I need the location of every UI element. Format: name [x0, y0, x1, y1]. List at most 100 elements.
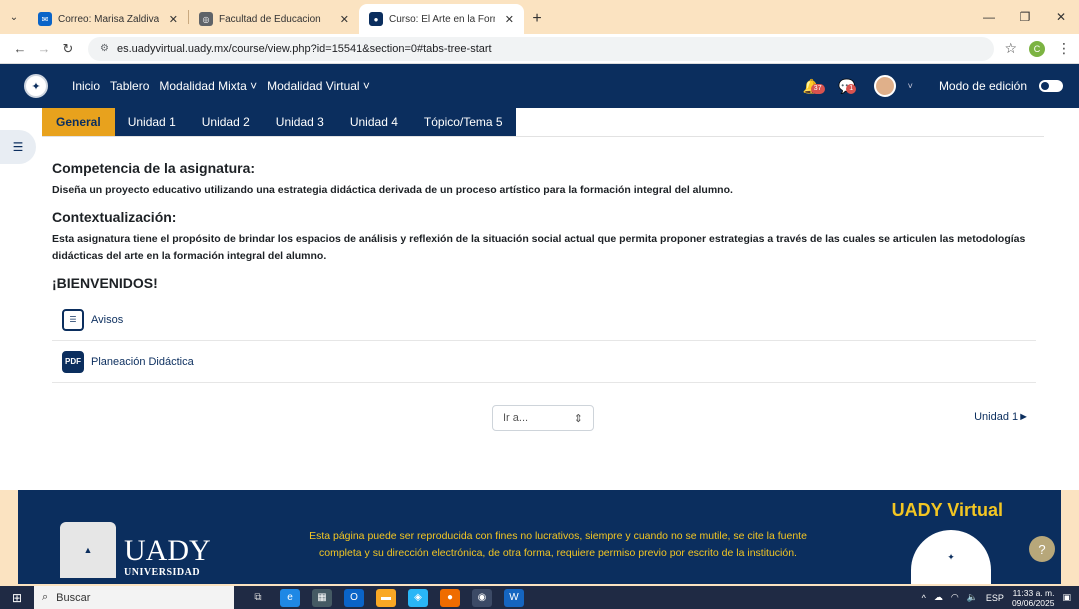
globe-icon: ◎ [199, 12, 213, 26]
reload-icon[interactable]: ↻ [56, 41, 80, 57]
messages-icon[interactable]: 💬1 [838, 78, 857, 95]
store-icon[interactable]: ▦ [312, 588, 332, 607]
user-avatar[interactable] [873, 75, 896, 97]
uady-logo[interactable]: ✦ [24, 74, 48, 98]
nav-tablero[interactable]: Tablero [110, 79, 149, 93]
nav-inicio[interactable]: Inicio [72, 79, 100, 93]
footer-notice: Esta página puede ser reproducida con fi… [309, 530, 807, 559]
url-text: es.uadyvirtual.uady.mx/course/view.php?i… [116, 42, 492, 55]
competencia-heading: Competencia de la asignatura: [52, 160, 256, 176]
tab-search-icon[interactable]: ⌄ [0, 0, 28, 34]
tab-title: Facultad de Educacion [219, 13, 321, 25]
forward-icon[interactable]: → [32, 41, 56, 56]
site-navbar: ✦ Inicio Tablero Modalidad Mixta ˅ Modal… [0, 64, 1079, 108]
restore-icon[interactable]: ❐ [1007, 0, 1043, 34]
new-tab-button[interactable]: + [524, 4, 550, 34]
primary-navigation: Inicio Tablero Modalidad Mixta ˅ Modalid… [72, 79, 370, 93]
minimize-icon[interactable]: — [971, 0, 1007, 34]
university-emblem-icon: ▲ [60, 522, 116, 578]
browser-tab-facultad[interactable]: ◎ Facultad de Educacion ✕ [189, 4, 359, 34]
chevron-down-icon[interactable]: ˅ [908, 81, 913, 91]
back-icon[interactable]: ← [8, 41, 32, 56]
browser-tab-correo[interactable]: ✉ Correo: Marisa Zaldivar Acosta ✕ [28, 4, 188, 34]
notifications-bell-icon[interactable]: 🔔37 [803, 78, 825, 95]
volume-icon[interactable]: 🔈 [967, 592, 978, 603]
tab-unidad-3[interactable]: Unidad 3 [262, 108, 337, 136]
firefox-icon[interactable]: ● [440, 588, 460, 607]
clock-date: 09/06/2025 [1011, 597, 1055, 608]
tab-unidad-4[interactable]: Unidad 4 [336, 108, 411, 136]
edge-icon[interactable]: e [280, 588, 300, 607]
taskbar-search[interactable]: ⌕ Buscar [34, 586, 234, 609]
taskbar-clock[interactable]: 11:33 a. m. 09/06/2025 [1012, 588, 1055, 608]
contexto-heading: Contextualización: [52, 209, 177, 225]
nav-modalidad-mixta[interactable]: Modalidad Mixta ˅ [159, 79, 257, 93]
outlook-icon[interactable]: O [344, 588, 364, 607]
close-icon[interactable]: ✕ [505, 13, 514, 26]
file-explorer-icon[interactable]: ▬ [376, 588, 396, 607]
close-window-icon[interactable]: ✕ [1043, 0, 1079, 34]
jump-to-select[interactable]: Ir a... ⇕ [492, 405, 594, 431]
activity-avisos[interactable]: ☰ Avisos [52, 299, 1036, 341]
browser-tab-curso[interactable]: ● Curso: El Arte en la Formación I ✕ [359, 4, 524, 34]
notification-center-icon[interactable]: ▣ [1062, 592, 1071, 603]
chrome-icon[interactable]: ◉ [472, 588, 492, 607]
close-icon[interactable]: ✕ [340, 13, 349, 26]
next-section-link[interactable]: Unidad 1► [974, 411, 1029, 423]
system-tray: ^ ☁ ◠ 🔈 ESP 11:33 a. m. 09/06/2025 ▣ [922, 586, 1071, 609]
windows-taskbar: ⊞ ⌕ Buscar ⧉ e ▦ O ▬ ◈ ● ◉ W ^ ☁ ◠ 🔈 ESP… [0, 586, 1079, 609]
network-icon[interactable]: ☁ [934, 592, 943, 603]
forum-icon: ☰ [62, 308, 84, 331]
notifications-badge: 37 [810, 83, 825, 94]
tray-chevron-icon[interactable]: ^ [922, 593, 926, 603]
footer-uady-name: UADY [124, 534, 211, 567]
address-bar[interactable]: ⚙ es.uadyvirtual.uady.mx/course/view.php… [88, 36, 995, 61]
welcome-heading: ¡BIENVENIDOS! [52, 275, 158, 291]
course-section-tabs: General Unidad 1 Unidad 2 Unidad 3 Unida… [42, 108, 516, 136]
jump-to-label: Ir a... [503, 412, 529, 424]
tab-unidad-1[interactable]: Unidad 1 [114, 108, 189, 136]
nav-modalidad-virtual[interactable]: Modalidad Virtual ˅ [267, 79, 370, 93]
select-arrows-icon: ⇕ [573, 412, 583, 425]
browser-tab-strip: ⌄ ✉ Correo: Marisa Zaldivar Acosta ✕ ◎ F… [0, 0, 1079, 34]
clock-time: 11:33 a. m. [1012, 587, 1055, 598]
activity-link[interactable]: Planeación Didáctica [91, 356, 194, 368]
course-index-icon[interactable]: ☰ [0, 130, 36, 164]
site-footer: ▲ UADY UNIVERSIDAD Esta página puede ser… [18, 490, 1061, 584]
pdf-icon: PDF [62, 350, 84, 373]
taskbar-search-placeholder: Buscar [56, 591, 91, 604]
tab-general[interactable]: General [42, 108, 115, 136]
edit-mode-toggle[interactable] [1039, 80, 1063, 92]
uady-favicon-icon: ● [369, 12, 383, 26]
task-view-icon[interactable]: ⧉ [248, 589, 268, 607]
taskbar-apps: ⧉ e ▦ O ▬ ◈ ● ◉ W [248, 588, 524, 607]
browser-toolbar: ← → ↻ ⚙ es.uadyvirtual.uady.mx/course/vi… [0, 34, 1079, 64]
wifi-icon[interactable]: ◠ [951, 592, 959, 603]
edit-mode-label: Modo de edición [938, 79, 1027, 93]
section-content: Competencia de la asignatura: Diseña un … [52, 160, 1036, 383]
language-indicator[interactable]: ESP [986, 593, 1004, 603]
activity-link[interactable]: Avisos [91, 314, 123, 326]
app-icon[interactable]: ◈ [408, 588, 428, 607]
tab-title: Curso: El Arte en la Formación I [389, 13, 495, 25]
word-icon[interactable]: W [504, 588, 524, 607]
close-icon[interactable]: ✕ [169, 13, 178, 26]
windows-start-icon[interactable]: ⊞ [0, 586, 34, 609]
tabs-divider [42, 136, 1044, 137]
profile-avatar[interactable]: C [1029, 40, 1045, 57]
outlook-icon: ✉ [38, 12, 52, 26]
activity-planeacion[interactable]: PDF Planeación Didáctica [52, 341, 1036, 383]
tab-title: Correo: Marisa Zaldivar Acosta [58, 13, 159, 25]
contexto-text: Esta asignatura tiene el propósito de br… [52, 233, 1026, 262]
browser-menu-icon[interactable]: ⋮ [1057, 40, 1071, 57]
window-controls: — ❐ ✕ [971, 0, 1079, 34]
messages-badge: 1 [846, 83, 857, 94]
course-main: ☰ General Unidad 1 Unidad 2 Unidad 3 Uni… [0, 108, 1079, 490]
tab-unidad-2[interactable]: Unidad 2 [188, 108, 263, 136]
footer-uady-sub: UNIVERSIDAD [124, 567, 201, 578]
site-info-icon[interactable]: ⚙ [100, 43, 109, 54]
bookmark-star-icon[interactable]: ☆ [1004, 40, 1017, 57]
tab-topico-tema-5[interactable]: Tópico/Tema 5 [410, 108, 516, 136]
search-icon: ⌕ [42, 591, 49, 603]
help-button[interactable]: ? [1029, 536, 1055, 562]
